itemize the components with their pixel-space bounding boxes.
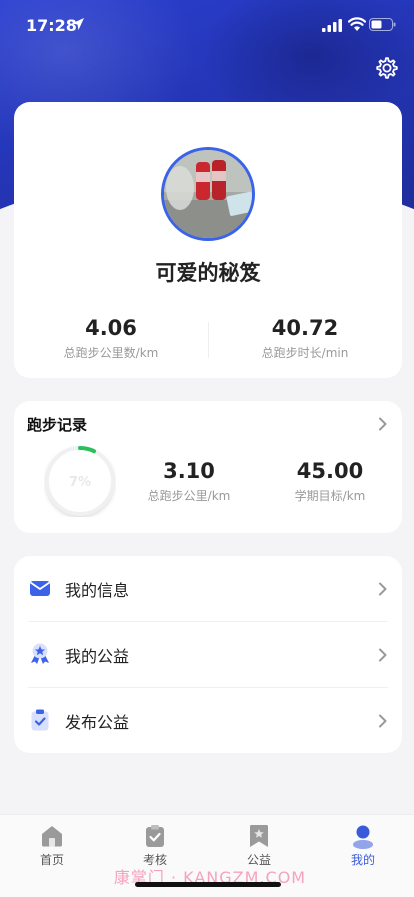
run-record-card[interactable]: 跑步记录 7% 3.10 总跑步公里/km 45.00 学期目标/km (14, 401, 402, 533)
user-name: 可爱的秘笈 (155, 261, 261, 285)
stat-value: 4.06 (85, 316, 137, 340)
tab-label: 我的 (350, 853, 375, 867)
menu-item-my-charity[interactable]: 我的公益 (14, 622, 402, 688)
progress-percent-label: 7% (69, 475, 91, 490)
total-duration-stat: 40.72 总跑步时长/min (208, 316, 402, 361)
chevron-right-icon[interactable] (378, 417, 388, 431)
term-distance-stat: 3.10 总跑步公里/km (119, 459, 259, 504)
envelope-icon (29, 581, 51, 596)
avatar-photo (164, 150, 252, 238)
tab-assessment[interactable]: 考核 (120, 823, 190, 868)
stat-value: 3.10 (163, 459, 215, 483)
wifi-icon (348, 17, 366, 31)
profile-card: 可爱的秘笈 4.06 总跑步公里数/km 40.72 总跑步时长/min (14, 102, 402, 378)
menu-item-publish-charity[interactable]: 发布公益 (14, 688, 402, 754)
tab-charity[interactable]: 公益 (224, 823, 294, 868)
stat-label: 总跑步公里数/km (63, 346, 159, 360)
stat-label: 学期目标/km (294, 489, 366, 503)
stat-value: 45.00 (296, 459, 364, 483)
menu-item-label: 我的公益 (65, 647, 130, 666)
avatar[interactable] (161, 147, 255, 241)
tab-home[interactable]: 首页 (17, 823, 87, 868)
tab-mine[interactable]: 我的 (328, 823, 398, 868)
term-goal-stat: 45.00 学期目标/km (260, 459, 400, 504)
cellular-signal-icon (322, 19, 342, 32)
home-icon (42, 826, 62, 847)
clipboard-icon (146, 825, 164, 847)
menu-item-label: 我的信息 (65, 581, 130, 600)
stat-value: 40.72 (271, 316, 339, 340)
menu-item-my-info[interactable]: 我的信息 (14, 556, 402, 622)
settings-gear-icon[interactable] (374, 55, 400, 81)
run-record-title: 跑步记录 (27, 416, 88, 434)
person-icon (353, 825, 373, 849)
bookmark-star-icon (250, 825, 268, 847)
stat-label: 总跑步时长/min (261, 346, 349, 360)
tab-label: 首页 (39, 853, 64, 867)
award-icon (31, 643, 49, 664)
menu-card: 我的信息 我的公益 发布公益 (14, 556, 402, 753)
run-progress-ring: 7% (45, 446, 115, 516)
home-indicator (135, 882, 281, 887)
location-arrow-icon (72, 18, 84, 30)
clipboard-check-icon (31, 709, 49, 731)
stat-label: 总跑步公里/km (147, 489, 231, 503)
status-bar: 17:28 (0, 0, 414, 50)
battery-icon (369, 18, 396, 31)
total-distance-stat: 4.06 总跑步公里数/km (14, 316, 208, 361)
chevron-right-icon[interactable] (378, 648, 388, 662)
menu-item-label: 发布公益 (65, 713, 130, 732)
chevron-right-icon[interactable] (378, 582, 388, 596)
chevron-right-icon[interactable] (378, 714, 388, 728)
status-time: 17:28 (26, 16, 77, 35)
